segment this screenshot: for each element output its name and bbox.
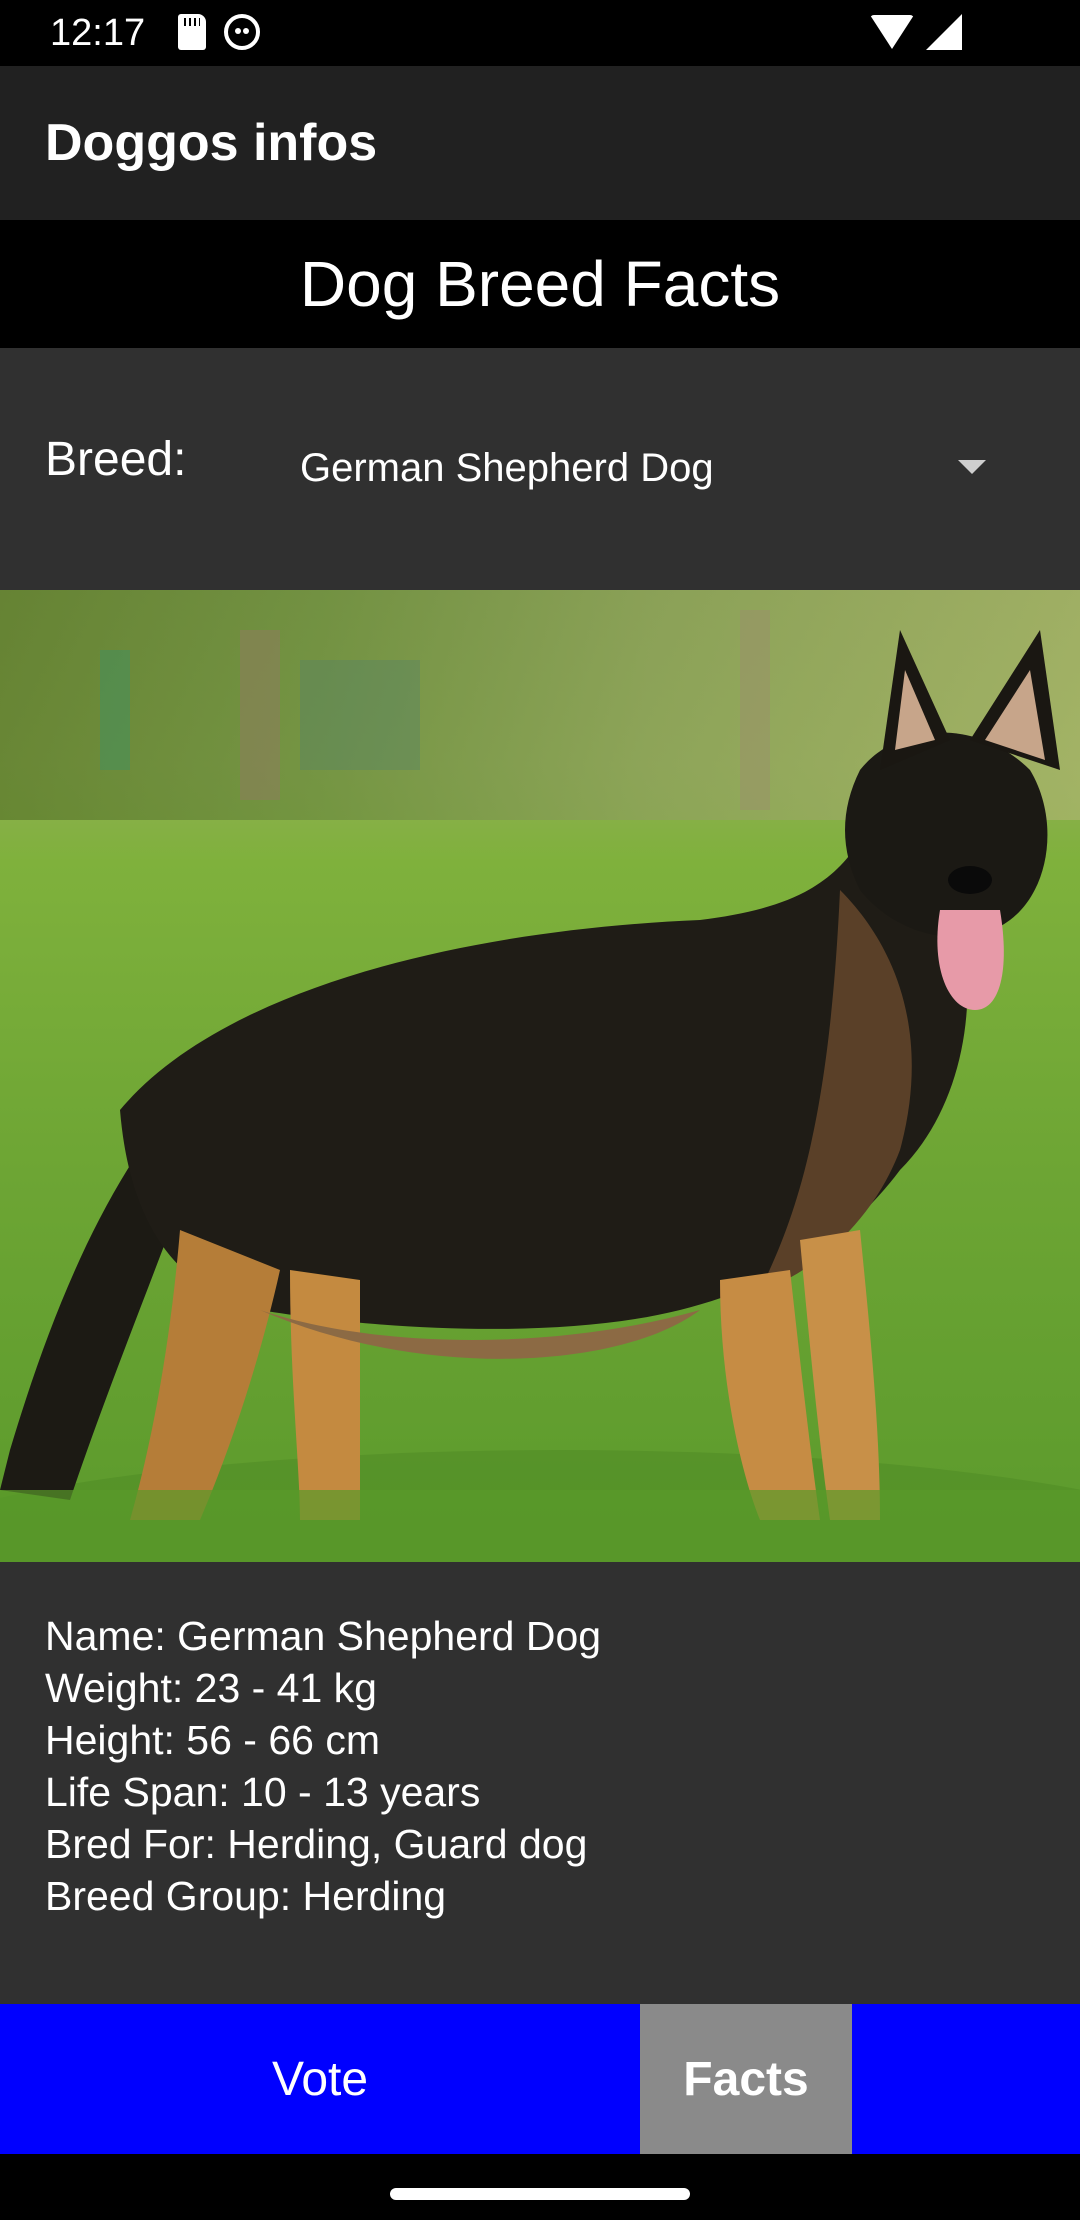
page-title: Dog Breed Facts bbox=[299, 248, 781, 320]
page-heading: Dog Breed Facts bbox=[0, 220, 1080, 348]
breed-facts: Name: German Shepherd Dog Weight: 23 - 4… bbox=[0, 1562, 1080, 2004]
breed-dropdown[interactable]: German Shepherd Dog bbox=[300, 428, 1000, 508]
tab-facts[interactable]: Facts bbox=[640, 2004, 852, 2154]
app-title: Doggos infos bbox=[45, 114, 378, 172]
fact-life-span: Life Span: 10 - 13 years bbox=[45, 1769, 481, 1815]
breed-dropdown-value: German Shepherd Dog bbox=[300, 445, 714, 490]
gesture-area bbox=[0, 2154, 1080, 2220]
cell-signal-icon bbox=[926, 14, 962, 50]
bottom-nav: Vote Facts bbox=[0, 2004, 1080, 2154]
fact-name: Name: German Shepherd Dog bbox=[45, 1613, 602, 1659]
screen: 12:17 Doggos infos Dog Breed Facts Breed… bbox=[0, 0, 1080, 2220]
status-bar: 12:17 bbox=[0, 0, 1080, 66]
status-icons-right bbox=[870, 14, 962, 50]
dropdown-arrow-icon bbox=[958, 460, 986, 474]
fact-weight: Weight: 23 - 41 kg bbox=[45, 1665, 377, 1711]
fact-breed-group: Breed Group: Herding bbox=[45, 1873, 447, 1919]
breed-label: Breed: bbox=[45, 433, 187, 486]
status-icons-left bbox=[178, 14, 260, 50]
wifi-icon bbox=[870, 15, 914, 49]
app-bar: Doggos infos bbox=[0, 66, 1080, 220]
fact-height: Height: 56 - 66 cm bbox=[45, 1717, 380, 1763]
fact-bred-for: Bred For: Herding, Guard dog bbox=[45, 1821, 588, 1867]
breed-row: Breed: German Shepherd Dog bbox=[0, 348, 1080, 590]
status-time: 12:17 bbox=[50, 12, 146, 54]
home-gesture-handle[interactable] bbox=[390, 2188, 690, 2200]
sd-card-icon bbox=[178, 14, 206, 50]
dog-photo bbox=[0, 590, 1080, 1562]
cat-face-icon bbox=[224, 14, 260, 50]
tab-vote[interactable]: Vote bbox=[0, 2004, 640, 2154]
